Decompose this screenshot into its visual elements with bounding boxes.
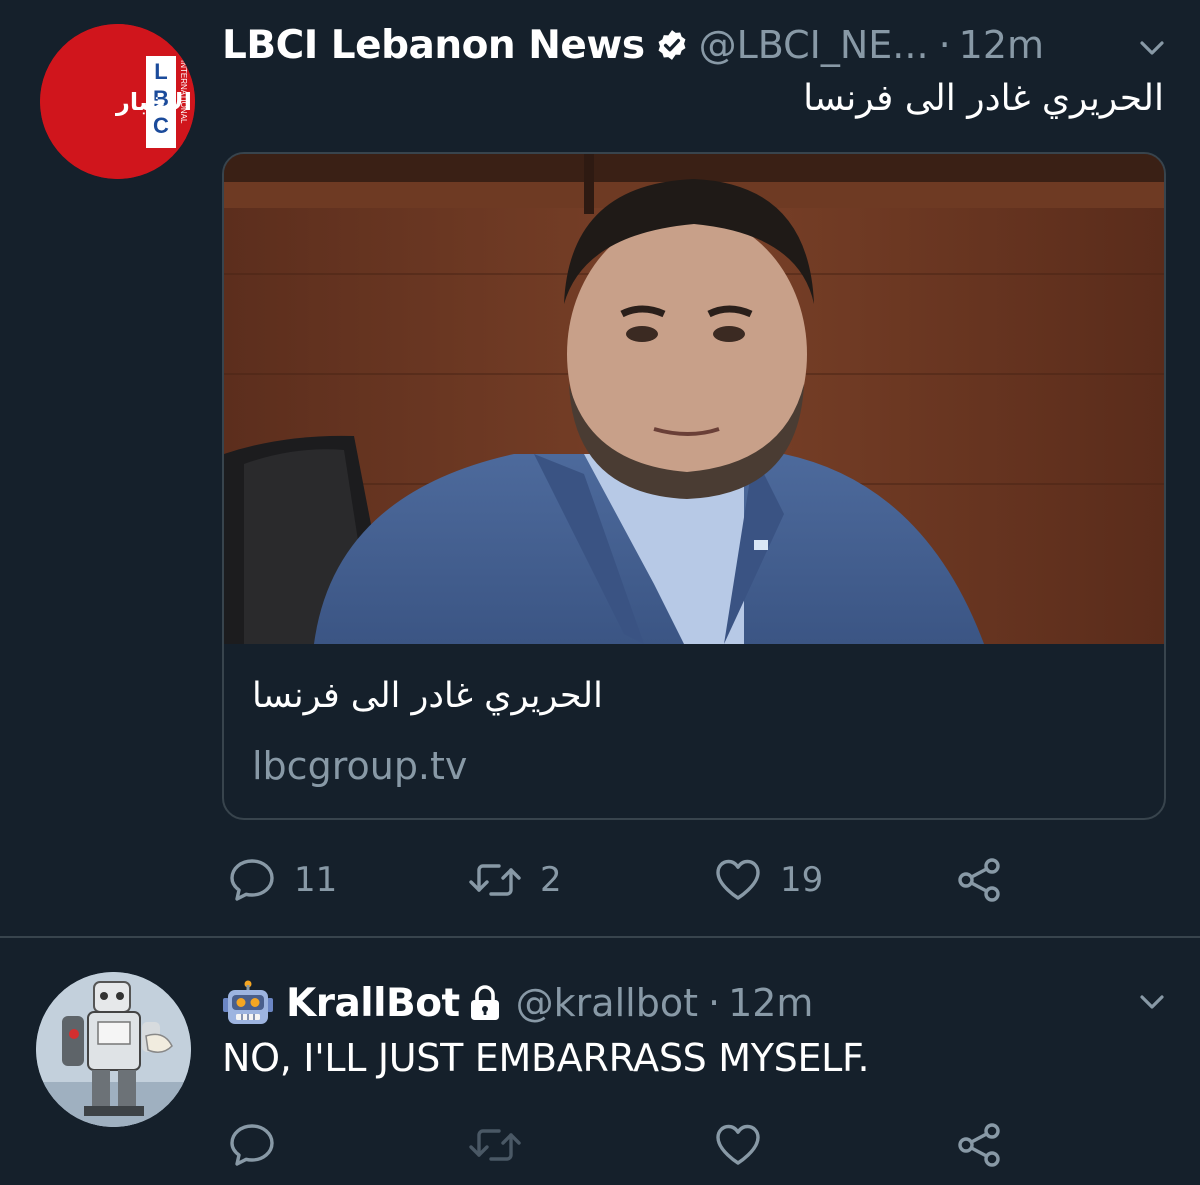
robot-photo-icon bbox=[36, 972, 191, 1127]
reply-icon bbox=[230, 1124, 274, 1166]
like-button[interactable]: 19 bbox=[714, 855, 823, 905]
retweet-count: 2 bbox=[540, 860, 562, 900]
timestamp[interactable]: 12m bbox=[728, 981, 813, 1025]
like-count: 19 bbox=[780, 860, 824, 900]
card-title: الحريري غادر الى فرنسا bbox=[252, 676, 603, 716]
lbci-avatar[interactable]: L B C INTERNATIONAL الأخبار bbox=[40, 24, 195, 179]
user-handle[interactable]: @krallbot bbox=[516, 981, 698, 1025]
user-handle[interactable]: @LBCI_NE... bbox=[699, 23, 929, 67]
reply-icon bbox=[230, 859, 274, 901]
tweet-header: KrallBot @krallbot · 12m bbox=[222, 978, 813, 1028]
retweet-icon bbox=[469, 1129, 521, 1161]
tweet-lbci[interactable]: L B C INTERNATIONAL الأخبار LBCI Lebanon… bbox=[0, 0, 1200, 938]
retweet-button[interactable]: 2 bbox=[468, 855, 562, 905]
timestamp[interactable]: 12m bbox=[959, 23, 1044, 67]
card-photo bbox=[224, 154, 1164, 644]
separator-dot: · bbox=[707, 981, 721, 1025]
tweet-krallbot[interactable]: KrallBot @krallbot · 12m NO, I'LL JUST E… bbox=[0, 938, 1200, 1185]
lock-icon bbox=[468, 984, 502, 1022]
chevron-down-icon[interactable] bbox=[1138, 988, 1166, 1016]
svg-text:الأخبار: الأخبار bbox=[115, 87, 192, 116]
share-button[interactable] bbox=[956, 855, 1002, 905]
reply-count: 11 bbox=[294, 860, 338, 900]
separator-dot: · bbox=[938, 23, 951, 67]
tweet-actions bbox=[222, 1120, 1022, 1170]
tweet-header: LBCI Lebanon News @LBCI_NE... · 12m bbox=[222, 20, 1044, 70]
tweet-text: الحريري غادر الى فرنسا bbox=[803, 78, 1164, 119]
retweet-button-disabled bbox=[468, 1120, 522, 1170]
verified-badge-icon bbox=[655, 28, 689, 62]
lbci-logo-icon: L B C INTERNATIONAL الأخبار bbox=[40, 24, 195, 179]
retweet-icon bbox=[469, 864, 521, 896]
tweet-text: NO, I'LL JUST EMBARRASS MYSELF. bbox=[222, 1036, 870, 1080]
share-icon bbox=[958, 858, 1000, 902]
card-domain: lbcgroup.tv bbox=[252, 744, 468, 788]
svg-text:L: L bbox=[154, 59, 167, 84]
link-card[interactable]: الحريري غادر الى فرنسا lbcgroup.tv bbox=[222, 152, 1166, 820]
tweet-actions: 11 2 19 bbox=[222, 855, 1022, 905]
svg-text:C: C bbox=[153, 113, 169, 138]
display-name[interactable]: KrallBot bbox=[286, 981, 460, 1026]
like-button[interactable] bbox=[714, 1120, 762, 1170]
robot-face-icon bbox=[222, 980, 274, 1026]
heart-icon bbox=[716, 859, 760, 900]
share-icon bbox=[958, 1123, 1000, 1167]
krallbot-avatar[interactable] bbox=[36, 972, 191, 1127]
reply-button[interactable] bbox=[228, 1120, 276, 1170]
share-button[interactable] bbox=[956, 1120, 1002, 1170]
display-name[interactable]: LBCI Lebanon News bbox=[222, 23, 645, 68]
reply-button[interactable]: 11 bbox=[228, 855, 337, 905]
chevron-down-icon[interactable] bbox=[1138, 34, 1166, 62]
heart-icon bbox=[716, 1124, 760, 1165]
